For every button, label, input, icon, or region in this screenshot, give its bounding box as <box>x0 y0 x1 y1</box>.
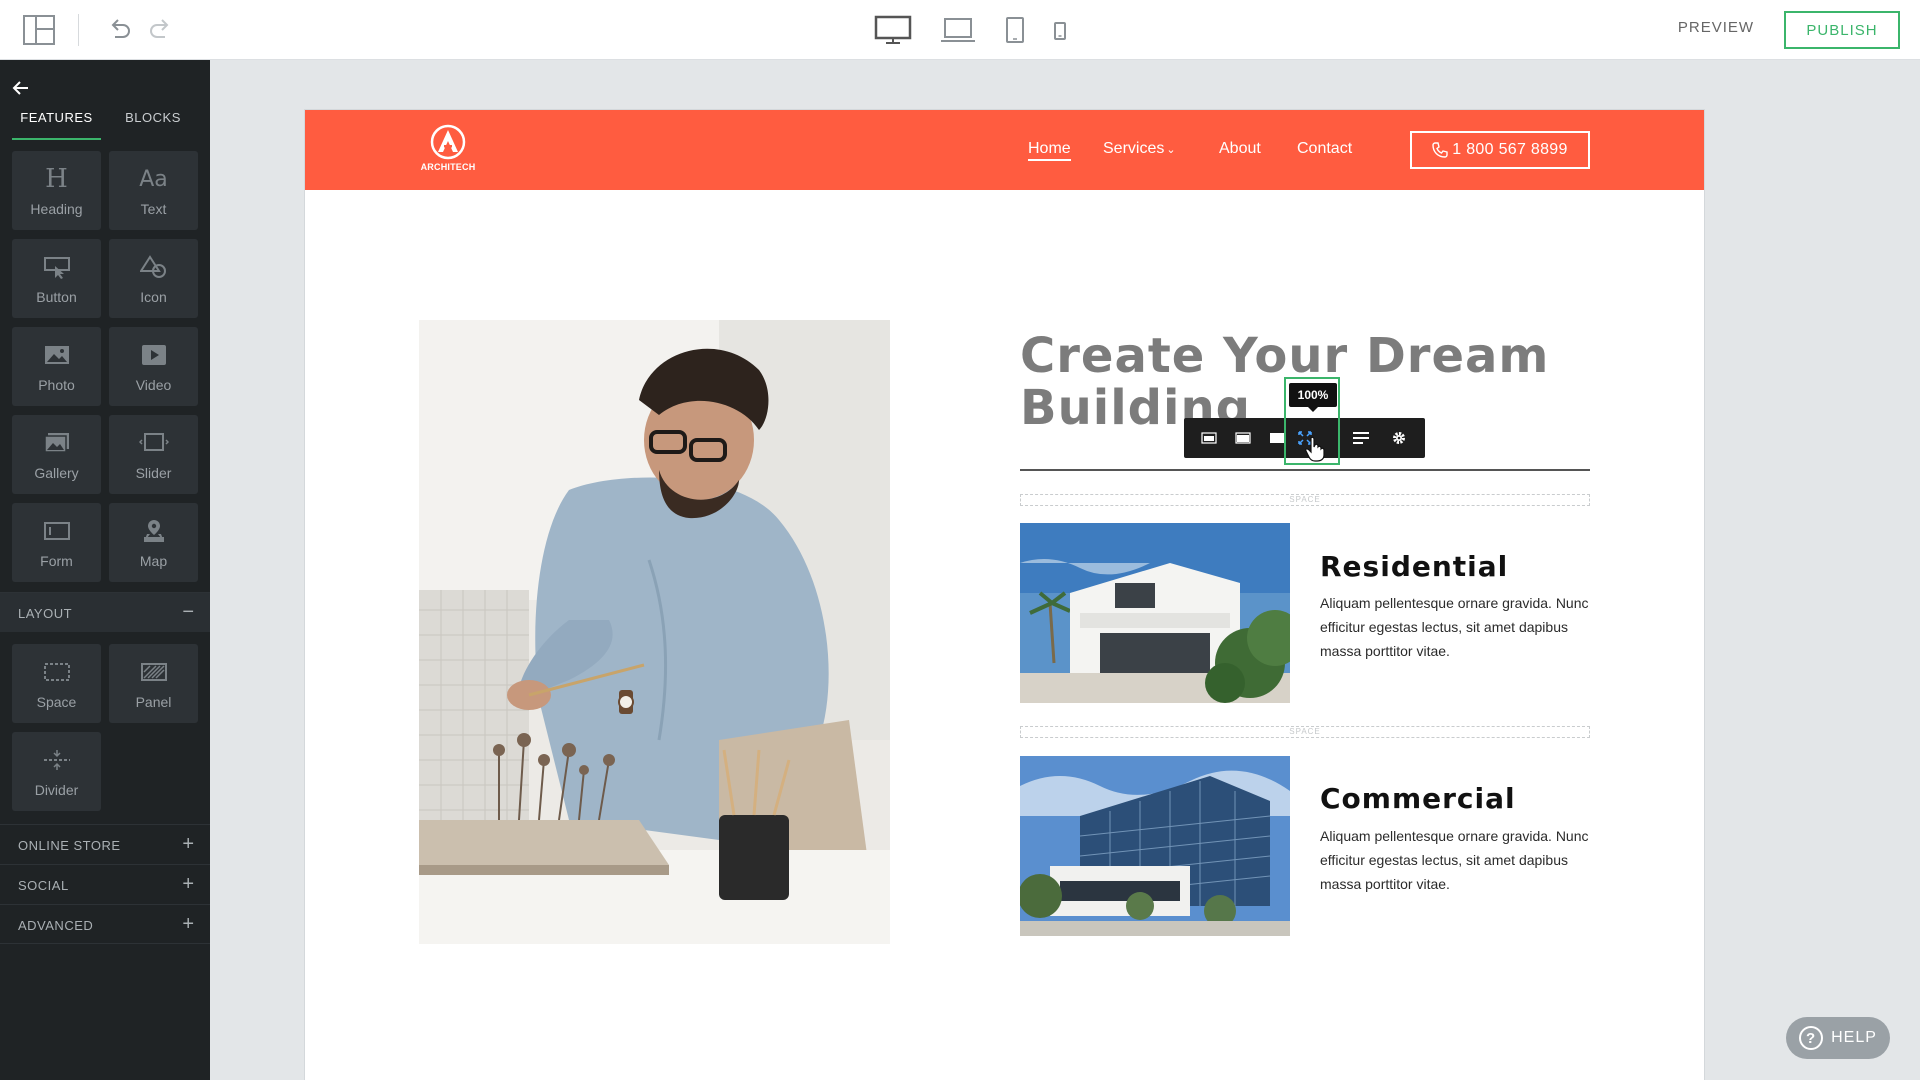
hand-cursor-icon <box>1304 436 1326 462</box>
chevron-down-icon: ⌄ <box>1166 144 1176 156</box>
feature-heading[interactable]: H Heading <box>12 151 101 230</box>
section-label: ADVANCED <box>18 918 94 933</box>
phone-button[interactable]: 1 800 567 8899 <box>1410 131 1590 169</box>
feature-label: Button <box>36 289 77 305</box>
feature-label: Icon <box>140 289 167 305</box>
layout-panel[interactable]: Panel <box>109 644 198 723</box>
mobile-icon[interactable] <box>1052 14 1068 46</box>
top-toolbar: PREVIEW PUBLISH <box>0 0 1920 60</box>
feature-label: Space <box>36 694 77 710</box>
redo-icon[interactable] <box>146 16 174 44</box>
logo-mark-icon <box>430 124 466 160</box>
website-canvas: ARCHITECH Home Services ⌄ About Contact 1… <box>305 110 1704 1080</box>
advanced-section[interactable]: ADVANCED + <box>0 904 210 944</box>
text-align-icon[interactable] <box>1344 418 1378 458</box>
feature-map[interactable]: Map <box>109 503 198 582</box>
online-store-section[interactable]: ONLINE STORE + <box>0 824 210 864</box>
layout-section-header[interactable]: LAYOUT − <box>0 592 210 632</box>
feature-label: Heading <box>30 201 83 217</box>
button-icon <box>42 253 72 281</box>
feature-icon[interactable]: Icon <box>109 239 198 318</box>
phone-icon <box>1432 142 1448 158</box>
nav-contact[interactable]: Contact <box>1297 140 1352 158</box>
preview-button[interactable]: PREVIEW <box>1662 19 1770 41</box>
video-icon <box>139 341 169 369</box>
feature-label: Photo <box>38 377 75 393</box>
commercial-text[interactable]: Aliquam pellentesque ornare gravida. Nun… <box>1320 824 1600 896</box>
slider-icon <box>138 429 169 457</box>
help-button[interactable]: ? HELP <box>1786 1017 1890 1059</box>
publish-button[interactable]: PUBLISH <box>1784 11 1900 49</box>
commercial-photo[interactable] <box>1020 756 1290 936</box>
desktop-icon[interactable] <box>874 14 912 46</box>
layout-icon[interactable] <box>22 14 56 46</box>
feature-slider[interactable]: Slider <box>109 415 198 494</box>
tab-blocks[interactable]: BLOCKS <box>110 110 196 140</box>
residential-text[interactable]: Aliquam pellentesque ornare gravida. Nun… <box>1320 591 1600 663</box>
form-icon <box>42 517 72 545</box>
site-logo[interactable]: ARCHITECH <box>418 124 478 176</box>
feature-button[interactable]: Button <box>12 239 101 318</box>
title-divider <box>1020 469 1590 471</box>
feature-label: Divider <box>34 782 79 798</box>
logo-text: ARCHITECH <box>420 162 476 172</box>
help-question-icon: ? <box>1799 1026 1824 1050</box>
site-header[interactable]: ARCHITECH Home Services ⌄ About Contact 1… <box>305 110 1704 190</box>
text-icon: Aa <box>139 166 168 192</box>
expand-icon[interactable]: + <box>182 833 194 856</box>
feature-photo[interactable]: Photo <box>12 327 101 406</box>
section-label: SOCIAL <box>18 878 69 893</box>
phone-number: 1 800 567 8899 <box>1452 141 1568 158</box>
feature-label: Panel <box>135 694 172 710</box>
divider-icon <box>42 746 72 774</box>
feature-video[interactable]: Video <box>109 327 198 406</box>
gallery-icon <box>42 429 72 457</box>
builder-sidebar: FEATURES BLOCKS H Heading Aa Text Button… <box>0 60 210 1080</box>
feature-form[interactable]: Form <box>12 503 101 582</box>
commercial-title[interactable]: Commercial <box>1320 782 1516 815</box>
help-label: HELP <box>1831 1029 1877 1046</box>
feature-text[interactable]: Aa Text <box>109 151 198 230</box>
heading-icon: H <box>45 164 68 194</box>
space-placeholder[interactable]: SPACE <box>1020 494 1590 506</box>
residential-photo[interactable] <box>1020 523 1290 703</box>
residential-title[interactable]: Residential <box>1320 550 1508 583</box>
section-label: LAYOUT <box>18 606 73 621</box>
feature-label: Slider <box>135 465 172 481</box>
map-icon <box>139 517 169 545</box>
feature-label: Video <box>135 377 172 393</box>
nav-home[interactable]: Home <box>1028 140 1071 161</box>
settings-gear-icon[interactable] <box>1382 418 1416 458</box>
social-section[interactable]: SOCIAL + <box>0 864 210 904</box>
feature-label: Gallery <box>34 465 79 481</box>
toolbar-divider <box>78 14 79 46</box>
expand-icon[interactable]: + <box>182 913 194 936</box>
tablet-icon[interactable] <box>1004 14 1026 46</box>
back-arrow-icon[interactable] <box>10 78 32 98</box>
feature-label: Text <box>140 201 167 217</box>
feature-gallery[interactable]: Gallery <box>12 415 101 494</box>
tab-features[interactable]: FEATURES <box>12 110 101 140</box>
layout-divider[interactable]: Divider <box>12 732 101 811</box>
space-placeholder[interactable]: SPACE <box>1020 726 1590 738</box>
align-small-icon[interactable] <box>1192 418 1226 458</box>
undo-icon[interactable] <box>106 16 134 44</box>
nav-about[interactable]: About <box>1219 140 1261 158</box>
nav-services-label: Services <box>1103 140 1165 157</box>
photo-icon <box>42 341 72 369</box>
architect-photo[interactable] <box>419 320 890 944</box>
nav-services[interactable]: Services ⌄ <box>1103 140 1176 158</box>
feature-label: Form <box>40 553 73 569</box>
space-icon <box>42 658 72 686</box>
align-medium-icon[interactable] <box>1226 418 1260 458</box>
collapse-icon[interactable]: − <box>182 601 194 624</box>
section-label: ONLINE STORE <box>18 838 121 853</box>
feature-label: Map <box>139 553 168 569</box>
laptop-icon[interactable] <box>940 14 976 46</box>
expand-icon[interactable]: + <box>182 873 194 896</box>
zoom-tooltip: 100% <box>1289 383 1337 412</box>
layout-space[interactable]: Space <box>12 644 101 723</box>
shapes-icon <box>139 253 169 281</box>
panel-icon <box>139 658 169 686</box>
